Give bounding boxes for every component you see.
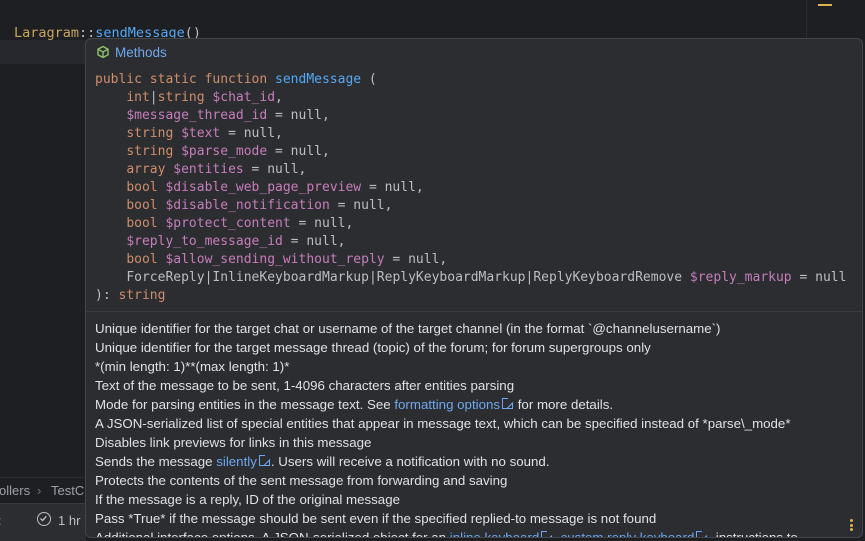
custom-reply-keyboard-link[interactable]: custom reply keyboard: [561, 530, 695, 537]
doc-line: Unique identifier for the target message…: [95, 340, 651, 355]
breadcrumb-item-controllers[interactable]: ollers: [0, 483, 30, 498]
more-options-icon[interactable]: [850, 519, 854, 531]
parameter-docs: Unique identifier for the target chat or…: [95, 319, 855, 537]
right-margin-guide: [806, 0, 807, 40]
formatting-options-link[interactable]: formatting options: [394, 397, 500, 412]
param-disable-notification: bool $disable_notification = null,: [126, 198, 393, 213]
clock-check-icon[interactable]: [37, 512, 51, 526]
doc-line: Protects the contents of the sent messag…: [95, 473, 508, 488]
inline-keyboard-link[interactable]: inline keyboard: [450, 530, 539, 537]
param-parse-mode: string $parse_mode = null,: [126, 144, 330, 159]
doc-line: Unique identifier for the target chat or…: [95, 321, 721, 336]
function-name: sendMessage: [275, 72, 362, 87]
param-disable-web-page-preview: bool $disable_web_page_preview = null,: [126, 180, 424, 195]
time-tracker-label[interactable]: 1 hr: [58, 513, 80, 528]
ide-window: Laragram::sendMessage() ollers › TestC :…: [0, 0, 865, 541]
return-type: string: [118, 288, 166, 303]
status-left-glyph: :: [0, 513, 2, 528]
signature-line: public static function sendMessage (: [95, 71, 846, 89]
param-text: string $text = null,: [126, 126, 283, 141]
popup-header: Methods: [96, 43, 167, 61]
breadcrumb: ollers › TestC: [0, 477, 86, 504]
signature-close: ): string: [95, 288, 166, 303]
param-allow-sending-without-reply: bool $allow_sending_without_reply = null…: [126, 252, 448, 267]
doc-line: If the message is a reply, ID of the ori…: [95, 492, 400, 507]
status-bar: : 1 hr: [0, 503, 86, 541]
external-link-icon: [502, 398, 514, 409]
method-signature: public static function sendMessage ( int…: [95, 71, 846, 305]
cube-icon: [97, 45, 109, 59]
param-protect-content: bool $protect_content = null,: [126, 216, 354, 231]
current-line-highlight: [0, 40, 86, 64]
param-entities: array $entities = null,: [126, 162, 307, 177]
breadcrumb-item-testc[interactable]: TestC: [51, 483, 84, 498]
doc-line: Disables link previews for links in this…: [95, 435, 372, 450]
class-name: Laragram: [14, 25, 80, 41]
documentation-popup[interactable]: Methods public static function sendMessa…: [85, 38, 863, 538]
open-paren: (: [361, 72, 377, 87]
external-link-icon: [696, 531, 708, 537]
doc-line: Pass *True* if the message should be sen…: [95, 511, 657, 526]
param-reply-to-message-id: $reply_to_message_id = null,: [126, 234, 346, 249]
doc-line: *(min length: 1)**(max length: 1)*: [95, 359, 290, 374]
modifiers: public static function: [95, 72, 268, 87]
popup-divider: [86, 311, 862, 312]
param-message-thread-id: $message_thread_id = null,: [126, 108, 330, 123]
external-link-icon: [258, 455, 270, 466]
external-link-icon: [541, 531, 553, 537]
param-reply-markup: ForceReply|InlineKeyboardMarkup|ReplyKey…: [126, 270, 847, 285]
methods-link[interactable]: Methods: [115, 45, 167, 60]
warning-marker[interactable]: [818, 4, 832, 6]
doc-line: Sends the message silently. Users will r…: [95, 454, 550, 469]
silently-link[interactable]: silently: [216, 454, 257, 469]
doc-line: Text of the message to be sent, 1-4096 c…: [95, 378, 515, 393]
breadcrumb-separator: ›: [37, 483, 42, 498]
doc-line: Mode for parsing entities in the message…: [95, 397, 614, 412]
doc-line: A JSON-serialized list of special entiti…: [95, 416, 791, 431]
doc-line: Additional interface options. A JSON-ser…: [95, 528, 855, 537]
param-chat-id: int|string $chat_id,: [126, 90, 283, 105]
